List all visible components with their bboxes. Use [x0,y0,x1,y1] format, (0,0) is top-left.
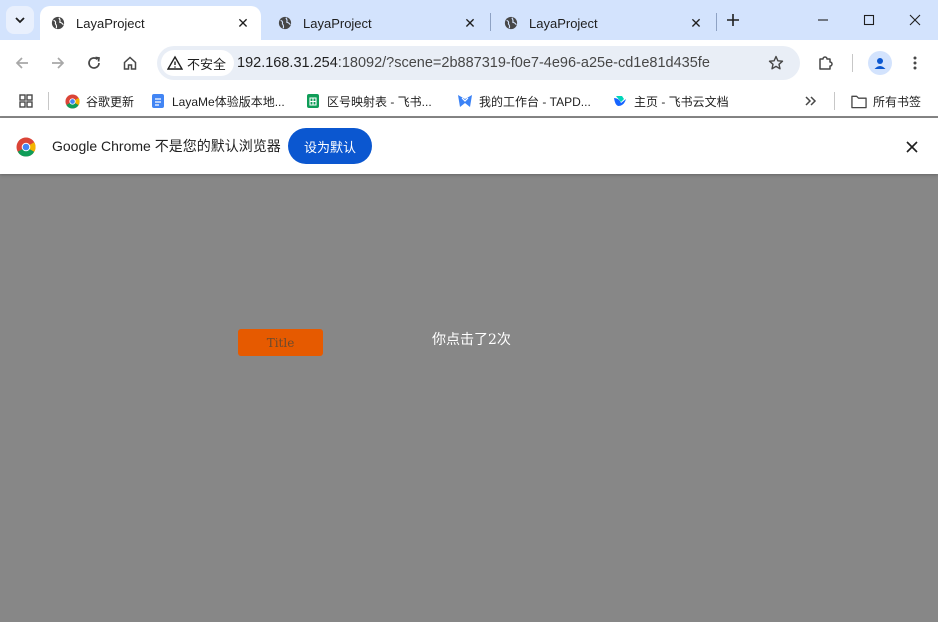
warning-icon [167,55,183,70]
close-tab-icon[interactable]: ✕ [235,15,251,31]
tapd-logo-icon [457,93,473,109]
chrome-logo-icon [64,93,80,109]
toolbar-separator [852,54,853,72]
infobar-close-button[interactable] [902,137,922,157]
tab-title: LayaProject [76,15,145,31]
reload-icon [88,56,100,69]
tab-search-button[interactable] [6,6,34,34]
bookmark-item[interactable]: 我的工作台 - TAPD... [457,86,591,116]
bookmark-label: LayaMe体验版本地... [172,94,285,109]
home-icon [123,56,137,70]
security-chip[interactable]: 不安全 [161,50,235,76]
bookmark-label: 谷歌更新 [86,94,135,109]
more-bookmarks-button[interactable] [804,86,818,116]
tab-2[interactable]: LayaProject ✕ [267,6,488,40]
puzzle-icon [819,56,833,70]
address-bar[interactable]: 不安全 192.168.31.254:18092/?scene=2b887319… [157,46,800,80]
star-icon [768,55,784,70]
bookmarks-separator [834,92,835,110]
tab-separator [490,13,491,31]
forward-button[interactable] [46,51,70,75]
close-icon [906,141,918,153]
tab-1[interactable]: LayaProject ✕ [40,6,261,40]
url-text[interactable]: 192.168.31.254:18092/?scene=2b887319-f0e… [237,46,710,80]
title-button[interactable]: Title [238,329,323,356]
back-arrow-icon [15,57,28,69]
bookmark-label: 主页 - 飞书云文档 [634,94,729,109]
new-tab-button[interactable] [721,8,745,32]
bookmark-label: 我的工作台 - TAPD... [479,94,591,109]
feishu-logo-icon [612,93,628,109]
toolbar: 不安全 192.168.31.254:18092/?scene=2b887319… [0,40,938,86]
menu-button[interactable] [903,51,927,75]
chrome-logo-icon [16,137,36,157]
bookmark-label: 区号映射表 - 飞书... [327,94,432,109]
forward-arrow-icon [52,57,65,69]
tab-title: LayaProject [529,15,598,31]
spreadsheet-icon [305,93,321,109]
close-icon [909,14,921,26]
chevron-down-icon [15,17,25,24]
bookmark-item[interactable]: 区号映射表 - 飞书... [305,86,432,116]
extensions-button[interactable] [814,51,838,75]
tab-3[interactable]: LayaProject ✕ [493,6,714,40]
tab-separator [716,13,717,31]
all-bookmarks-label: 所有书签 [873,94,922,109]
back-button[interactable] [10,51,34,75]
all-bookmarks-folder[interactable]: 所有书签 [851,86,921,116]
infobar-message: Google Chrome 不是您的默认浏览器 [52,138,281,154]
bookmarks-bar: 谷歌更新 LayaMe体验版本地... 区号映射表 - 飞书... 我的工作台 … [0,86,938,116]
globe-icon [277,15,293,31]
globe-icon [503,15,519,31]
double-chevron-right-icon [805,96,817,106]
close-window-button[interactable] [892,0,938,40]
tab-strip: LayaProject ✕ LayaProject ✕ LayaProject … [0,0,938,40]
minimize-button[interactable] [800,0,846,40]
bookmark-item[interactable]: 谷歌更新 [64,86,134,116]
person-icon [874,58,886,69]
more-vert-icon [913,56,917,70]
plus-icon [727,14,739,26]
url-host: 192.168.31.254 [237,55,338,71]
apps-button[interactable] [18,86,34,116]
bookmarks-separator [48,92,49,110]
folder-icon [851,93,867,109]
maximize-button[interactable] [846,0,892,40]
security-label: 不安全 [187,56,227,72]
url-path: :18092/?scene=2b887319-f0e7-4e96-a25e-cd… [337,55,710,71]
default-browser-infobar: Google Chrome 不是您的默认浏览器 设为默认 [0,118,938,174]
reload-button[interactable] [82,51,106,75]
globe-icon [50,15,66,31]
bookmark-star-button[interactable] [766,53,786,73]
profile-avatar[interactable] [868,51,892,75]
bookmark-item[interactable]: LayaMe体验版本地... [150,86,285,116]
maximize-icon [863,14,875,26]
document-icon [150,93,166,109]
close-tab-icon[interactable]: ✕ [688,15,704,31]
home-button[interactable] [118,51,142,75]
minimize-icon [818,19,828,21]
tab-title: LayaProject [303,15,372,31]
set-default-button[interactable]: 设为默认 [288,128,372,164]
click-count-text: 你点击了2次 [432,332,511,348]
close-tab-icon[interactable]: ✕ [462,15,478,31]
bookmark-item[interactable]: 主页 - 飞书云文档 [612,86,729,116]
apps-grid-icon [19,94,33,108]
